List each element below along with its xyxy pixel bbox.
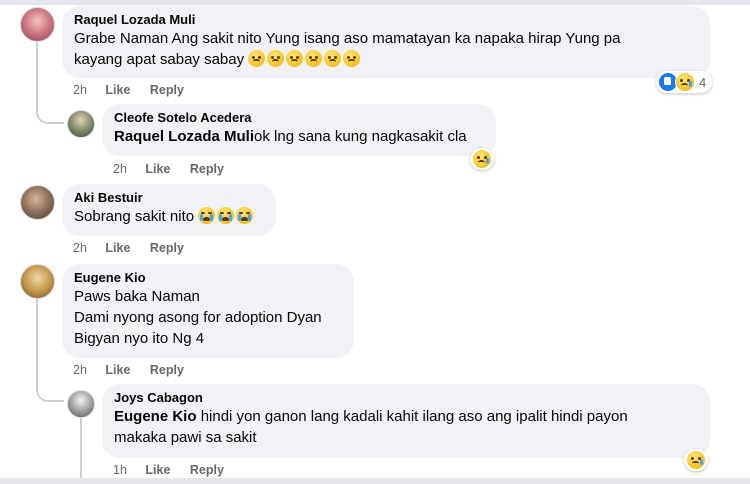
mention-link[interactable]: Raquel Lozada Muli: [114, 128, 254, 145]
reaction-count: 4: [699, 74, 707, 90]
like-button[interactable]: Like: [105, 362, 130, 378]
sad-face-icon: [343, 50, 361, 67]
comment-line: Dami nyong asong for adoption Dyan: [74, 309, 322, 326]
reply-button[interactable]: Reply: [190, 462, 224, 478]
bottom-divider: [0, 478, 750, 484]
thread-connector: [36, 378, 64, 402]
comment-line: kayang apat sabay sabay: [74, 49, 698, 70]
comment-line: Paws baka Naman: [74, 288, 200, 305]
mention-link[interactable]: Eugene Kio: [114, 408, 197, 425]
reply-author[interactable]: Joys Cabagon: [114, 390, 698, 406]
comment-text: Sobrang sakit nito: [74, 206, 264, 227]
comment-actions: 2h Like Reply: [73, 362, 200, 378]
emoji-group: [248, 50, 362, 68]
comment-time[interactable]: 2h: [73, 82, 87, 98]
crying-face-icon: [236, 207, 254, 224]
thread-line: [80, 418, 82, 478]
emoji-group: [198, 207, 255, 225]
top-divider: [0, 0, 750, 5]
comments-panel: Raquel Lozada Muli Grabe Naman Ang sakit…: [0, 0, 750, 484]
sad-face-icon: [267, 50, 285, 67]
like-button[interactable]: Like: [145, 462, 170, 478]
comment-line-text: Sobrang sakit nito: [74, 208, 195, 225]
comment-bubble: Aki Bestuir Sobrang sakit nito: [62, 184, 276, 236]
thread-connector: [36, 100, 64, 124]
comment-bubble: Eugene Kio Paws baka Naman Dami nyong as…: [62, 264, 354, 358]
sad-reaction-icon: [686, 450, 706, 470]
reply-body: ok lng sana kung nagkasakit cla: [254, 128, 467, 145]
like-button[interactable]: Like: [145, 161, 170, 177]
crying-face-icon: [198, 207, 216, 224]
sad-reaction-icon: [675, 72, 695, 92]
crying-face-icon: [217, 207, 235, 224]
sad-face-icon: [248, 50, 266, 67]
comment-actions: 2h Like Reply: [73, 82, 200, 98]
reply-body: hindi yon ganon lang kadali kahit ilang …: [200, 408, 628, 425]
comment-actions: 2h Like Reply: [73, 240, 200, 256]
comment-text: Grabe Naman Ang sakit nito Yung isang as…: [74, 28, 698, 70]
reply-text: Eugene Kio hindi yon ganon lang kadali k…: [114, 406, 698, 448]
avatar[interactable]: [20, 7, 55, 42]
reply-author[interactable]: Cleofe Sotelo Acedera: [114, 110, 484, 126]
sad-reaction-icon: [472, 149, 492, 169]
avatar[interactable]: [67, 390, 95, 418]
reaction-summary[interactable]: 4: [656, 71, 713, 93]
sad-face-icon: [286, 50, 304, 67]
avatar[interactable]: [20, 185, 55, 220]
reply-actions: 1h Like Reply: [113, 462, 240, 478]
sad-face-icon: [324, 50, 342, 67]
like-button[interactable]: Like: [105, 240, 130, 256]
reply-button[interactable]: Reply: [190, 161, 224, 177]
reply-line: Eugene Kio hindi yon ganon lang kadali k…: [114, 406, 698, 427]
reply-button[interactable]: Reply: [150, 362, 184, 378]
sad-face-icon: [305, 50, 323, 67]
reply-time[interactable]: 1h: [113, 462, 127, 478]
like-button[interactable]: Like: [105, 82, 130, 98]
comment-line-text: kayang apat sabay sabay: [74, 51, 245, 68]
avatar[interactable]: [20, 264, 55, 299]
comment-bubble: Raquel Lozada Muli Grabe Naman Ang sakit…: [62, 6, 710, 78]
reply-bubble: Joys Cabagon Eugene Kio hindi yon ganon …: [102, 384, 710, 458]
comment-line: Bigyan nyo ito Ng 4: [74, 330, 205, 347]
comment-time[interactable]: 2h: [73, 362, 87, 378]
reply-button[interactable]: Reply: [150, 82, 184, 98]
reaction-summary[interactable]: [684, 449, 708, 471]
reply-line: makaka pawi sa sakit: [114, 429, 257, 446]
comment-time[interactable]: 2h: [73, 240, 87, 256]
comment-text: Paws baka Naman Dami nyong asong for ado…: [74, 286, 342, 349]
reply-time[interactable]: 2h: [113, 161, 127, 177]
reply-bubble: Cleofe Sotelo Acedera Raquel Lozada Muli…: [102, 104, 496, 156]
reply-button[interactable]: Reply: [150, 240, 184, 256]
reply-text: Raquel Lozada Muliok lng sana kung nagka…: [114, 126, 484, 147]
comment-line: Grabe Naman Ang sakit nito Yung isang as…: [74, 30, 621, 47]
comment-author[interactable]: Eugene Kio: [74, 270, 342, 286]
avatar[interactable]: [67, 110, 95, 138]
reply-actions: 2h Like Reply: [113, 161, 240, 177]
reaction-summary[interactable]: [470, 148, 494, 170]
comment-author[interactable]: Aki Bestuir: [74, 190, 264, 206]
comment-author[interactable]: Raquel Lozada Muli: [74, 12, 698, 28]
